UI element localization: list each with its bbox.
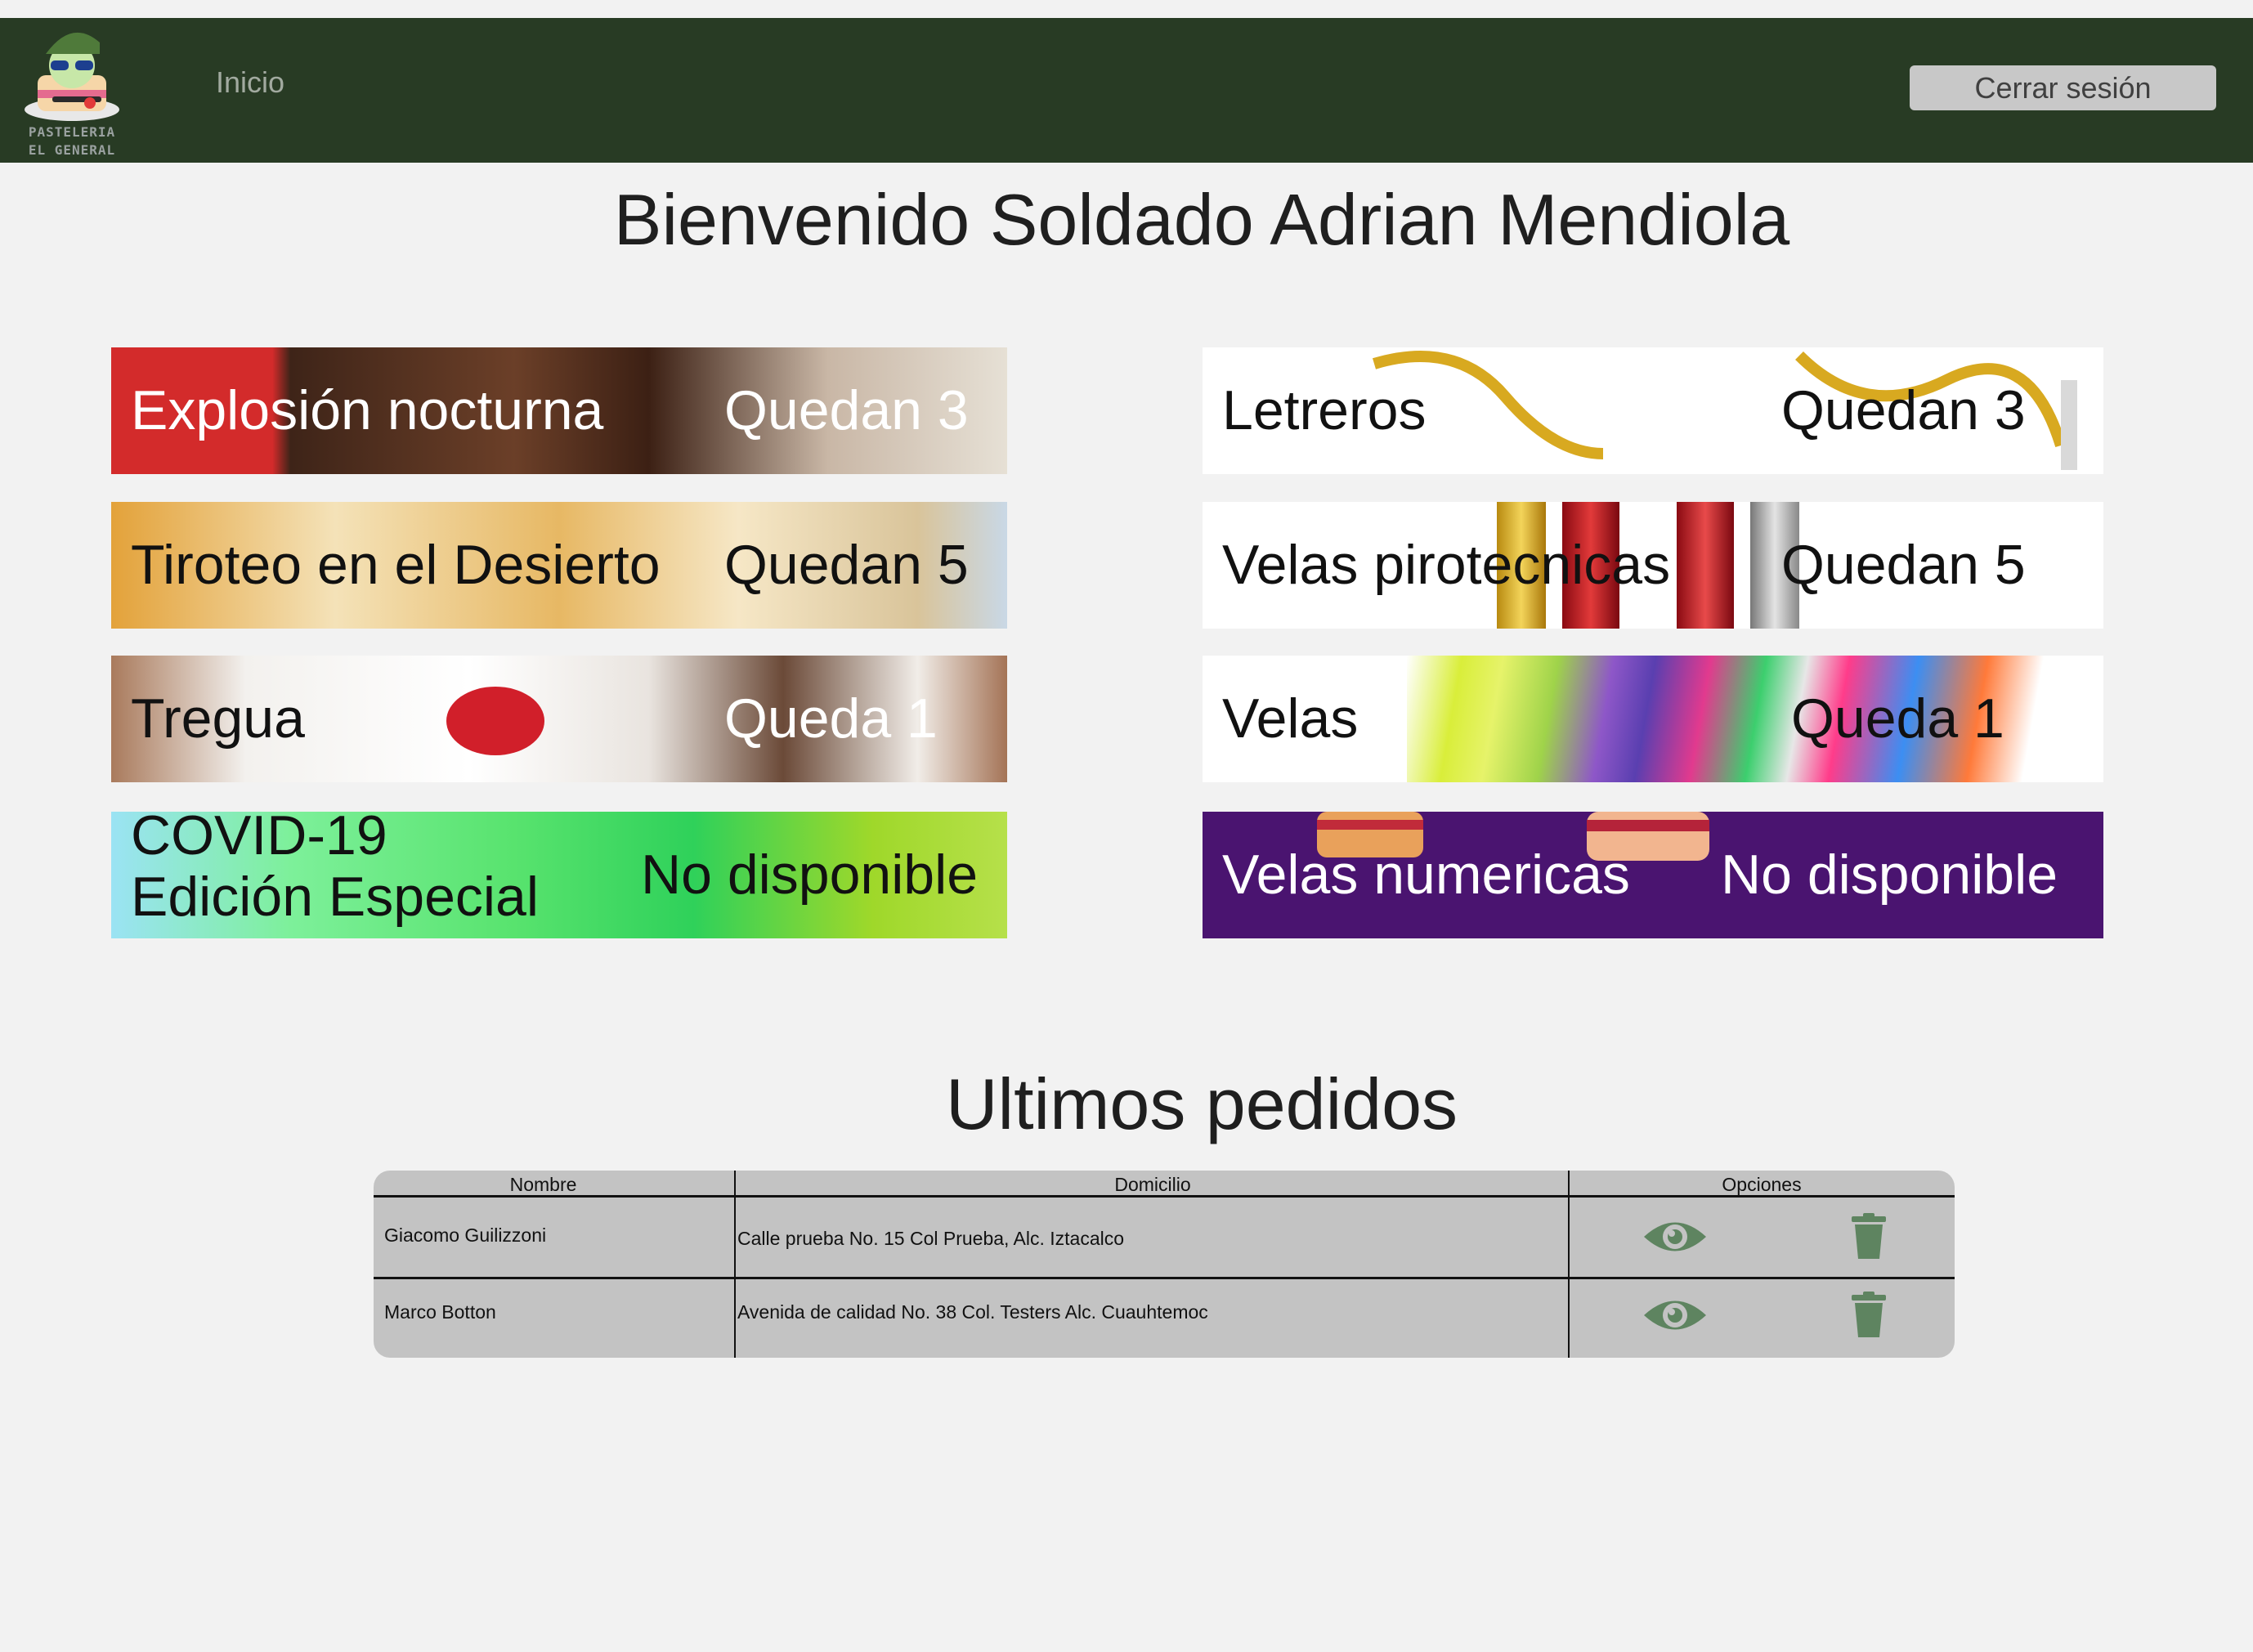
product-stock: Queda 1 bbox=[724, 687, 938, 750]
product-stock: Quedan 3 bbox=[1781, 379, 2026, 442]
product-name: Velas pirotecnicas bbox=[1222, 534, 1671, 597]
product-stock: Queda 1 bbox=[1791, 687, 2004, 750]
product-card-letreros[interactable]: Letreros Quedan 3 bbox=[1203, 347, 2103, 474]
header-domicilio: Domicilio bbox=[1114, 1174, 1191, 1195]
product-name-line-2: Edición Especial bbox=[131, 865, 539, 928]
product-card-velas[interactable]: Velas Queda 1 bbox=[1203, 656, 2103, 782]
product-card-explosion-nocturna[interactable]: Explosión nocturna Quedan 3 bbox=[111, 347, 1007, 474]
strawberry-decoration bbox=[446, 687, 544, 755]
eye-icon[interactable] bbox=[1642, 1215, 1708, 1259]
product-name-line-1: COVID-19 bbox=[131, 812, 387, 866]
general-cake-logo-icon bbox=[25, 32, 119, 121]
product-name: Velas numericas bbox=[1222, 844, 1630, 907]
product-stock: Quedan 5 bbox=[724, 534, 969, 597]
red-candle-decoration bbox=[1677, 502, 1734, 629]
welcome-heading: Bienvenido Soldado Adrian Mendiola bbox=[613, 179, 1790, 260]
row-divider bbox=[374, 1277, 1955, 1279]
product-name: Explosión nocturna bbox=[131, 379, 604, 442]
nav-home-link[interactable]: Inicio bbox=[216, 65, 284, 100]
column-divider bbox=[1568, 1171, 1570, 1358]
product-card-tiroteo-desierto[interactable]: Tiroteo en el Desierto Quedan 5 bbox=[111, 502, 1007, 629]
product-card-tregua[interactable]: Tregua Queda 1 bbox=[111, 656, 1007, 782]
navbar: PASTELERIA EL GENERAL Inicio Cerrar sesi… bbox=[0, 18, 2253, 163]
product-name: COVID-19 Edición Especial bbox=[131, 812, 539, 928]
order-name: Marco Botton bbox=[384, 1301, 496, 1323]
order-address: Avenida de calidad No. 38 Col. Testers A… bbox=[737, 1301, 1208, 1323]
product-card-covid-19[interactable]: COVID-19 Edición Especial No disponible bbox=[111, 812, 1007, 938]
header-divider bbox=[374, 1195, 1955, 1198]
trash-icon[interactable] bbox=[1852, 1213, 1886, 1259]
product-name: Velas bbox=[1222, 687, 1359, 750]
trash-icon[interactable] bbox=[1852, 1292, 1886, 1337]
logout-button[interactable]: Cerrar sesión bbox=[1910, 65, 2216, 110]
top-strip bbox=[0, 0, 2253, 18]
product-stock: No disponible bbox=[641, 844, 979, 907]
brand-line-2: EL GENERAL bbox=[28, 142, 116, 158]
product-name: Tregua bbox=[131, 687, 305, 750]
product-name: Letreros bbox=[1222, 379, 1427, 442]
orders-table: Nombre Domicilio Opciones Giacomo Guiliz… bbox=[374, 1171, 1955, 1358]
brand-line-1: PASTELERIA bbox=[28, 124, 116, 140]
product-card-velas-pirotecnicas[interactable]: Velas pirotecnicas Quedan 5 bbox=[1203, 502, 2103, 629]
order-address: Calle prueba No. 15 Col Prueba, Alc. Izt… bbox=[737, 1228, 1125, 1249]
eye-icon[interactable] bbox=[1642, 1293, 1708, 1337]
brand-logo[interactable]: PASTELERIA EL GENERAL bbox=[15, 18, 129, 163]
product-stock: No disponible bbox=[1721, 844, 2058, 907]
product-name: Tiroteo en el Desierto bbox=[131, 534, 661, 597]
orders-title: Ultimos pedidos bbox=[945, 1063, 1458, 1144]
column-divider bbox=[734, 1171, 736, 1358]
product-stock: Quedan 5 bbox=[1781, 534, 2026, 597]
header-opciones: Opciones bbox=[1722, 1174, 1802, 1195]
product-card-velas-numericas[interactable]: Velas numericas No disponible bbox=[1203, 812, 2103, 938]
product-stock: Quedan 3 bbox=[724, 379, 969, 442]
order-name: Giacomo Guilizzoni bbox=[384, 1224, 547, 1246]
header-nombre: Nombre bbox=[509, 1174, 577, 1195]
